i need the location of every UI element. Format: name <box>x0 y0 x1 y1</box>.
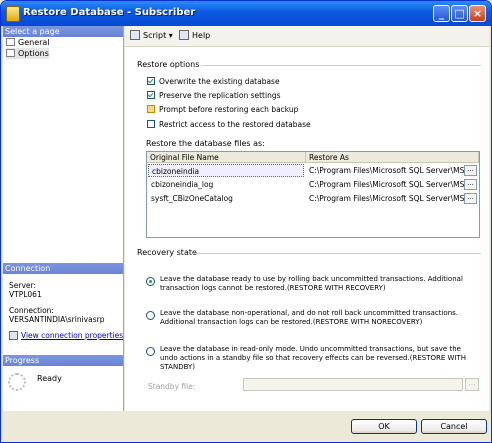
recovery-state-group: Recovery state <box>137 248 197 257</box>
minimize-button[interactable]: _ <box>433 5 450 22</box>
help-button[interactable]: Help <box>179 30 210 41</box>
page-options[interactable]: Options <box>6 48 49 59</box>
radio-label: Leave the database in read-only mode. Un… <box>160 345 467 371</box>
checkbox-label: Prompt before restoring each backup <box>159 105 299 114</box>
browse-button[interactable]: ... <box>464 165 477 176</box>
preserve-replication-checkbox[interactable]: Preserve the replication settings <box>147 91 281 101</box>
restrict-access-checkbox[interactable]: Restrict access to the restored database <box>147 120 311 130</box>
view-connection-link[interactable]: View connection properties <box>21 331 123 340</box>
table-row-restore-as[interactable]: C:\Program Files\Microsoft SQL Server\MS… <box>306 178 464 191</box>
page-icon <box>6 49 15 57</box>
radio-label: Leave the database ready to use by rolli… <box>160 275 463 292</box>
script-label: Script <box>143 31 167 40</box>
radio-label: Leave the database non-operational, and … <box>160 309 459 326</box>
server-label: Server: <box>9 281 36 290</box>
checkbox-box[interactable] <box>147 91 155 99</box>
window-title: Restore Database - Subscriber <box>23 7 196 18</box>
overwrite-checkbox[interactable]: Overwrite the existing database <box>147 77 280 87</box>
column-header-original[interactable]: Original File Name <box>147 152 306 163</box>
connection-header: Connection <box>3 263 123 274</box>
ok-button[interactable]: OK <box>351 419 417 434</box>
view-connection-properties[interactable]: View connection properties <box>9 331 123 340</box>
group-divider <box>193 253 481 254</box>
maximize-button[interactable]: □ <box>451 5 468 22</box>
progress-header: Progress <box>3 355 123 366</box>
script-dropdown-icon[interactable]: ▾ <box>169 31 173 40</box>
browse-button[interactable]: ... <box>464 179 477 190</box>
radio-button[interactable] <box>146 347 155 356</box>
connection-value: VERSANTINDIA\srinivasrp <box>9 315 105 324</box>
server-value: VTPL061 <box>9 290 42 299</box>
checkbox-box[interactable] <box>147 105 155 113</box>
checkbox-label: Overwrite the existing database <box>159 77 280 86</box>
restore-files-grid: Original File Name Restore As cbizoneind… <box>146 151 480 238</box>
checkbox-label: Preserve the replication settings <box>159 91 281 100</box>
restore-files-label: Restore the database files as: <box>146 139 265 148</box>
restore-options-group: Restore options <box>137 60 200 69</box>
progress-status: Ready <box>37 374 62 383</box>
standby-file-input[interactable] <box>243 378 463 391</box>
cancel-button[interactable]: Cancel <box>421 419 487 434</box>
toolbar: Script ▾ Help <box>125 26 489 47</box>
connection-label: Connection: <box>9 306 54 315</box>
table-row-original[interactable]: cbizoneindia <box>148 164 304 177</box>
restore-database-window: Restore Database - Subscriber _ □ × Sele… <box>0 0 492 443</box>
properties-icon <box>9 331 18 340</box>
standby-file-label: Standby file: <box>148 382 196 391</box>
progress-spinner-icon <box>8 373 26 391</box>
help-icon <box>179 30 189 40</box>
radio-button[interactable] <box>146 277 155 286</box>
page-icon <box>6 38 15 46</box>
table-row-original[interactable]: sysft_CBizOneCatalog <box>148 192 304 205</box>
standby-browse-button[interactable]: ... <box>465 378 479 391</box>
title-bar[interactable]: Restore Database - Subscriber _ □ × <box>1 1 491 26</box>
script-icon <box>130 30 140 40</box>
script-button[interactable]: Script ▾ <box>130 30 173 41</box>
prompt-before-restore-checkbox[interactable]: Prompt before restoring each backup <box>147 105 298 115</box>
close-button[interactable]: × <box>469 5 486 22</box>
database-icon <box>6 6 20 22</box>
column-header-restore-as[interactable]: Restore As <box>306 152 479 163</box>
page-options-label: Options <box>18 49 49 58</box>
help-label: Help <box>192 31 211 40</box>
select-page-header: Select a page <box>3 26 123 37</box>
radio-button[interactable] <box>146 311 155 320</box>
table-row-restore-as[interactable]: C:\Program Files\Microsoft SQL Server\MS… <box>306 192 464 205</box>
checkbox-label: Restrict access to the restored database <box>159 120 311 129</box>
options-page: Script ▾ Help Restore options Overwrite … <box>125 26 489 411</box>
checkbox-box[interactable] <box>147 120 155 128</box>
page-general-label: General <box>18 38 50 47</box>
group-divider <box>201 65 481 66</box>
table-row-original[interactable]: cbizoneindia_log <box>148 178 304 191</box>
page-general[interactable]: General <box>6 37 50 48</box>
table-row-restore-as[interactable]: C:\Program Files\Microsoft SQL Server\MS… <box>306 164 464 177</box>
left-pane: Select a page General Options Connection… <box>3 26 124 411</box>
browse-button[interactable]: ... <box>464 193 477 204</box>
checkbox-box[interactable] <box>147 77 155 85</box>
dialog-footer: OK Cancel <box>1 411 491 442</box>
